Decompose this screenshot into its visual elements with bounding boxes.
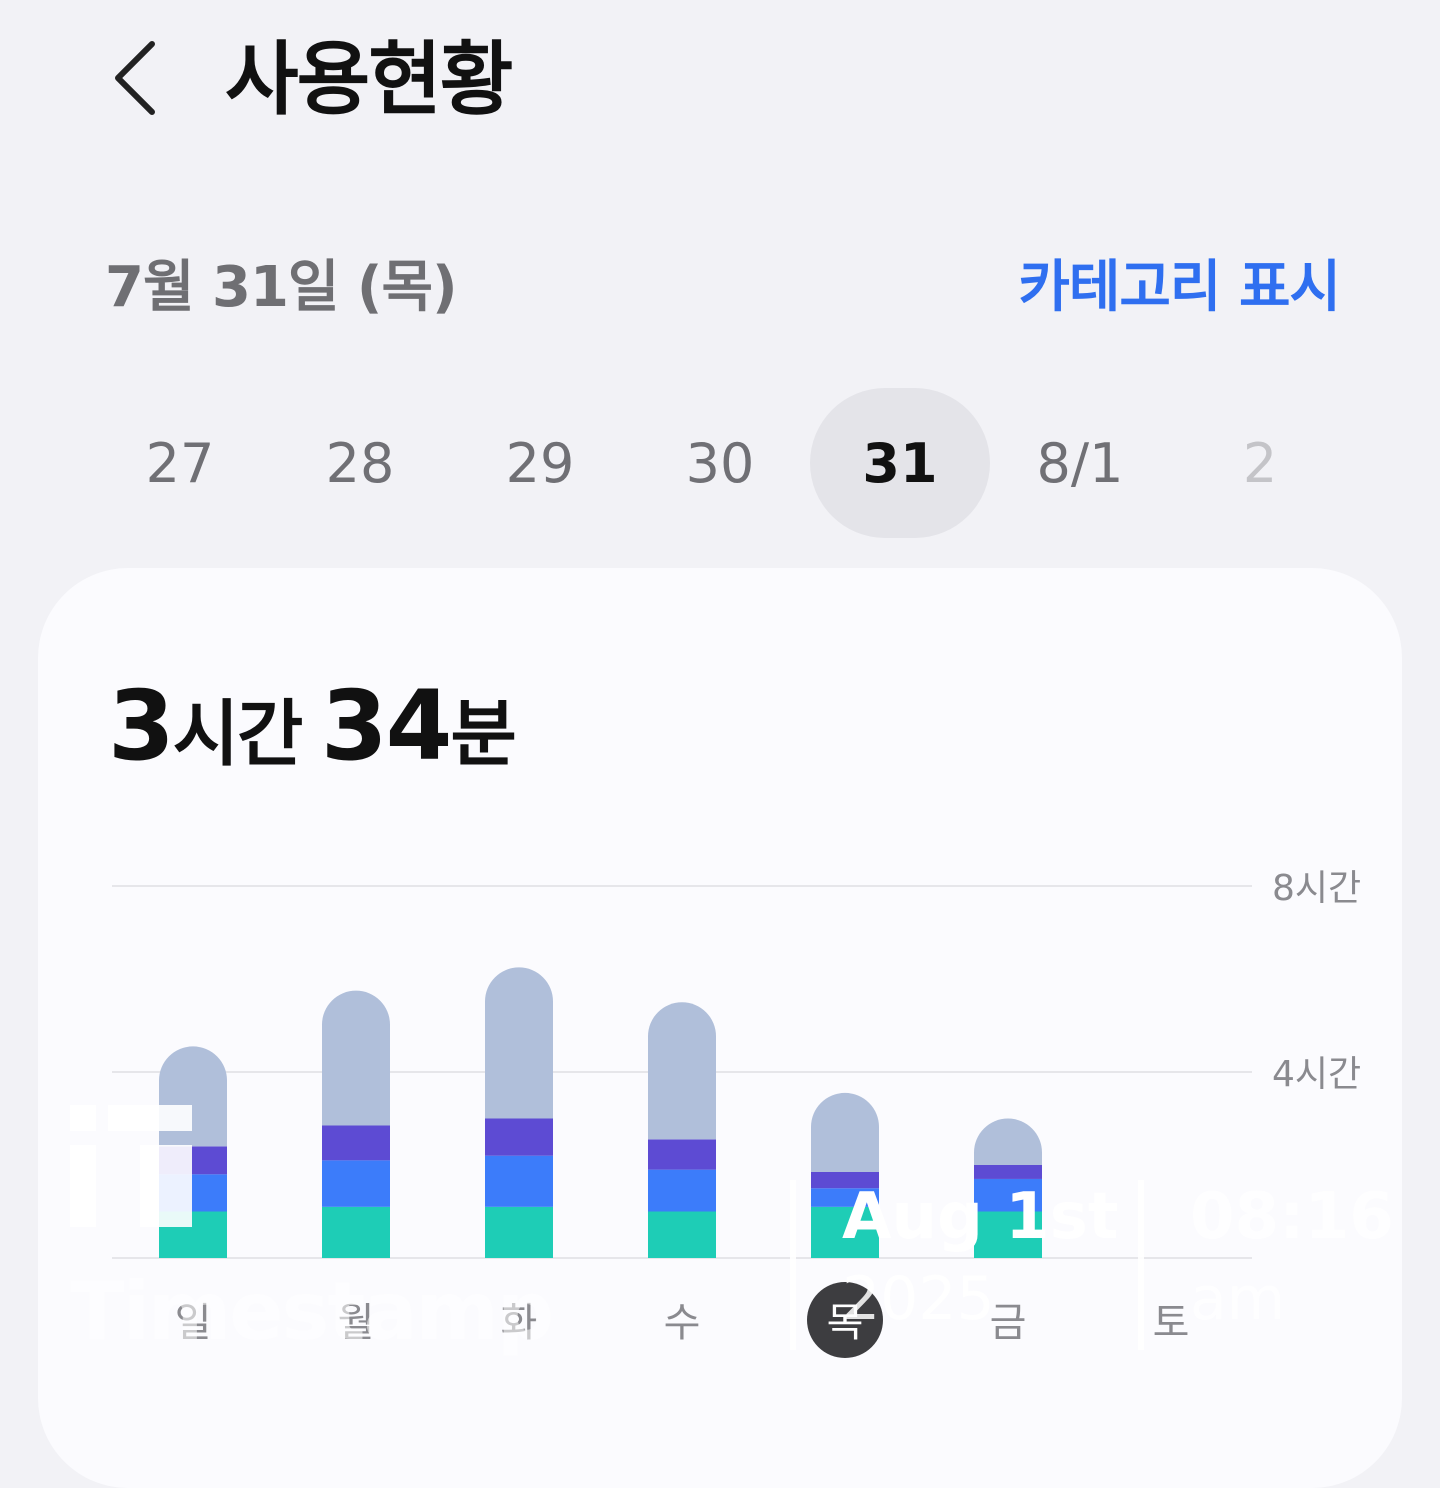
day-item-27[interactable]: 27 [90,388,270,538]
bar-segment [322,1125,390,1161]
day-strip: 27 28 29 30 31 8/1 2 [90,388,1350,538]
bar-segment [648,1139,716,1170]
bar-segment [322,1206,390,1258]
bar-segment [485,967,553,1119]
day-item-31[interactable]: 31 [810,388,990,538]
x-tick-label: 수 [664,1300,701,1346]
bar-segment [648,1002,716,1140]
bar-segment [159,1174,227,1212]
usage-chart: 8시간 4시간일 월 화 수 목 금 토 [112,868,1361,1358]
bar-segment [811,1206,879,1258]
bar-segment [811,1092,879,1172]
day-item-8-1[interactable]: 8/1 [990,388,1170,538]
y-tick-label: 4시간 [1272,1054,1361,1095]
bar-segment [811,1171,879,1189]
y-tick-label: 8시간 [1272,868,1361,909]
bar-segment [159,1046,227,1147]
bar-segment [974,1178,1042,1212]
bar-segment [974,1165,1042,1179]
bar-segment [485,1206,553,1258]
bar-segment [974,1211,1042,1258]
bar-segment [811,1188,879,1207]
bar-segment [974,1118,1042,1165]
day-item-2[interactable]: 2 [1170,388,1350,538]
bar-segment [159,1211,227,1258]
selected-date-label: 7월 31일 (목) [105,255,458,320]
bar-segment [322,1160,390,1207]
x-tick-label: 토 [1153,1300,1190,1346]
bar-segment [485,1118,553,1156]
x-tick-label: 금 [990,1300,1027,1346]
usage-card: 3시간 34분 8시간 4시간 일 월 화 수 목 금 토 [38,568,1402,1488]
date-row: 7월 31일 (목) 카테고리 표시 [0,230,1440,330]
day-item-29[interactable]: 29 [450,388,630,538]
show-category-button[interactable]: 카테고리 표시 [1018,242,1341,323]
header: 사용현황 [0,0,1440,160]
bar-segment [485,1155,553,1207]
day-item-30[interactable]: 30 [630,388,810,538]
day-item-28[interactable]: 28 [270,388,450,538]
bar-segment [648,1211,716,1258]
page-title: 사용현황 [225,33,513,126]
x-tick-label: 일 [175,1300,212,1346]
x-tick-label: 월 [338,1300,375,1346]
x-tick-label: 화 [501,1300,538,1346]
bar-segment [159,1146,227,1175]
x-tick-label: 목 [827,1300,864,1346]
bar-segment [322,990,390,1126]
back-button[interactable] [100,38,170,118]
chevron-left-icon [115,41,155,115]
bar-segment [648,1169,716,1212]
